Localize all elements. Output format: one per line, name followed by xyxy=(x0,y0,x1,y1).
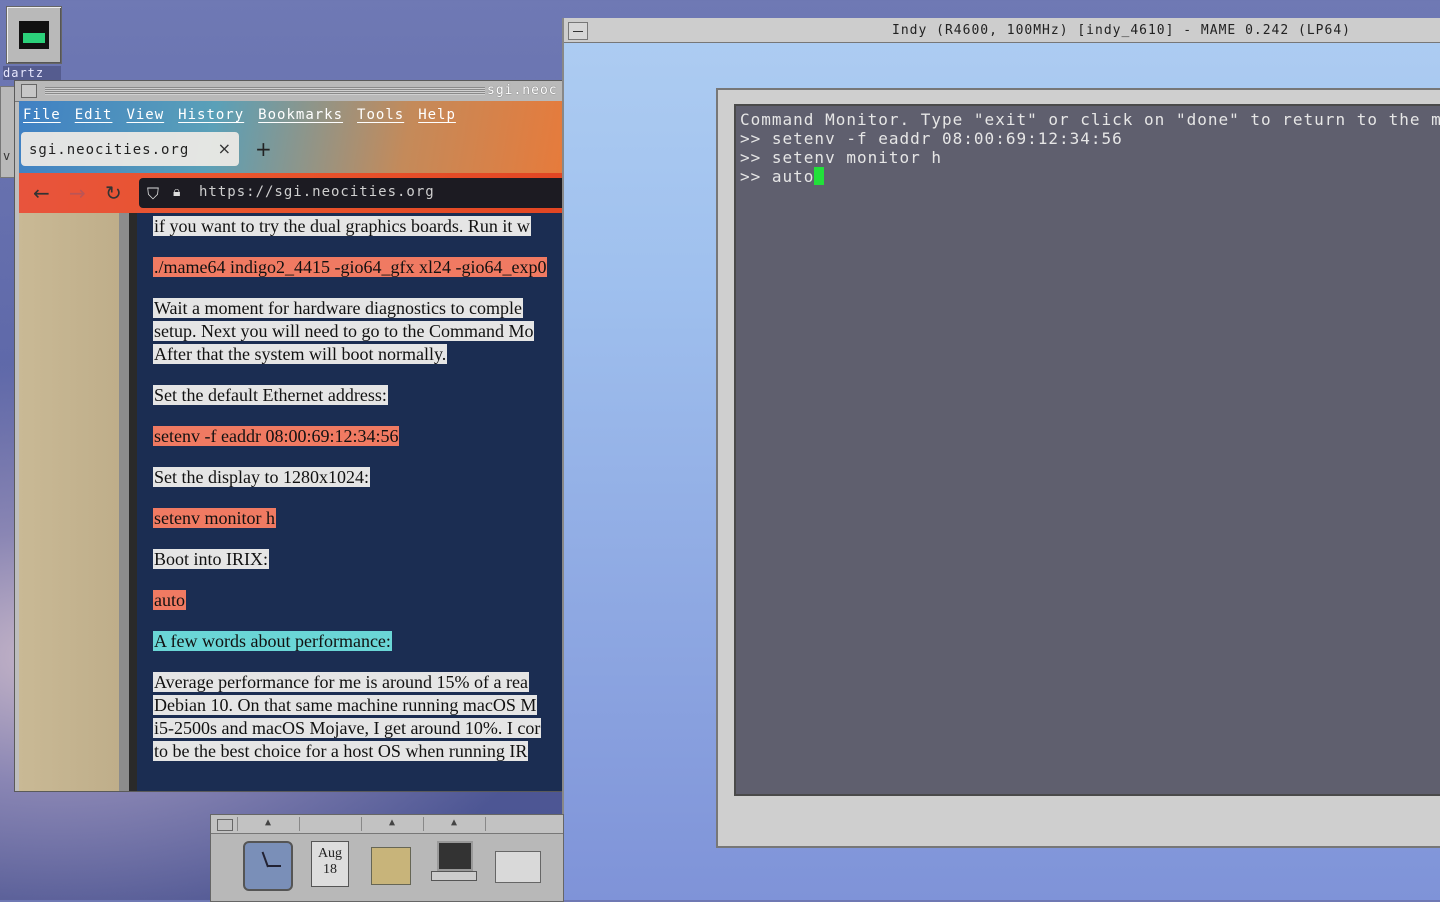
tab-sgi-neocities[interactable]: sgi.neocities.org × xyxy=(21,132,239,166)
page-gutter-dark xyxy=(129,213,137,791)
menu-tools[interactable]: Tools xyxy=(357,107,404,123)
text-cursor xyxy=(814,167,825,185)
browser-chrome: File Edit View History Bookmarks Tools H… xyxy=(19,101,563,213)
console-input-line[interactable]: >> auto xyxy=(740,167,825,186)
printer-icon[interactable] xyxy=(495,841,541,887)
text-line: A few words about performance: xyxy=(153,631,392,651)
section-heading: A few words about performance: xyxy=(153,630,392,653)
dock-section-tab[interactable] xyxy=(299,817,360,831)
window-menu-button[interactable] xyxy=(568,22,588,40)
toolchest-dock: ▲ ▲ ▲ Aug 18 xyxy=(210,814,564,902)
navigation-bar: ← → ↻ ⛉ 🔒︎ https://sgi.neocities.org xyxy=(19,173,563,213)
text-line: After that the system will boot normally… xyxy=(153,344,448,364)
mame-window: Indy (R4600, 100MHz) [indy_4610] - MAME … xyxy=(562,18,1440,900)
browser-window-title: sgi.neoc xyxy=(487,83,558,98)
new-tab-button[interactable]: + xyxy=(255,137,272,161)
menu-history[interactable]: History xyxy=(178,107,244,123)
command-monitor-console[interactable]: Command Monitor. Type "exit" or click on… xyxy=(734,104,1440,796)
forward-icon[interactable]: → xyxy=(69,181,86,205)
paragraph: if you want to try the dual graphics boa… xyxy=(153,215,531,238)
text-line: to be the best choice for a host OS when… xyxy=(153,741,529,761)
text-line: ./mame64 indigo2_4415 -gio64_gfx xl24 -g… xyxy=(153,257,548,277)
code-line: ./mame64 indigo2_4415 -gio64_gfx xl24 -g… xyxy=(153,256,548,279)
titlebar-grip xyxy=(45,87,485,95)
dock-menu-button[interactable] xyxy=(217,819,233,831)
text-line: if you want to try the dual graphics boa… xyxy=(153,216,531,236)
menu-file[interactable]: File xyxy=(23,107,61,123)
menu-help[interactable]: Help xyxy=(418,107,456,123)
url-text[interactable]: https://sgi.neocities.org xyxy=(199,184,435,200)
folder-icon[interactable] xyxy=(371,841,417,887)
reload-icon[interactable]: ↻ xyxy=(105,181,122,205)
tab-label: sgi.neocities.org xyxy=(29,142,190,158)
text-line: setenv monitor h xyxy=(153,508,276,528)
browser-titlebar[interactable]: sgi.neoc xyxy=(15,81,563,102)
text-line: Wait a moment for hardware diagnostics t… xyxy=(153,298,523,318)
date-day: 18 xyxy=(323,862,337,877)
strip-label: v xyxy=(3,149,11,163)
close-icon[interactable]: × xyxy=(218,139,231,158)
menu-edit[interactable]: Edit xyxy=(75,107,113,123)
window-menu-button[interactable] xyxy=(21,84,37,98)
text-line: setup. Next you will need to go to the C… xyxy=(153,321,535,341)
back-icon[interactable]: ← xyxy=(33,181,50,205)
web-page-content: if you want to try the dual graphics boa… xyxy=(19,213,563,791)
paragraph: Set the display to 1280x1024: xyxy=(153,466,370,489)
computer-icon[interactable] xyxy=(431,841,477,887)
menu-view[interactable]: View xyxy=(126,107,164,123)
code-line: auto xyxy=(153,589,186,612)
code-line: setenv -f eaddr 08:00:69:12:34:56 xyxy=(153,425,400,448)
text-line: auto xyxy=(153,590,186,610)
text-line: setenv -f eaddr 08:00:69:12:34:56 xyxy=(153,426,400,446)
text-line: Set the default Ethernet address: xyxy=(153,385,388,405)
paragraph: Set the default Ethernet address: xyxy=(153,384,388,407)
console-input-text: >> auto xyxy=(740,167,815,186)
page-gutter xyxy=(119,213,129,791)
dock-section-tab[interactable]: ▲ xyxy=(361,817,422,831)
desktop-icon-label: dartz xyxy=(3,66,61,80)
dock-bar: ▲ ▲ ▲ xyxy=(211,815,563,834)
calendar-icon[interactable]: Aug 18 xyxy=(311,841,357,887)
url-bar[interactable]: ⛉ 🔒︎ https://sgi.neocities.org xyxy=(139,178,563,208)
mame-window-title: Indy (R4600, 100MHz) [indy_4610] - MAME … xyxy=(892,23,1351,38)
console-line: Command Monitor. Type "exit" or click on… xyxy=(740,110,1440,129)
text-line: i5-2500s and macOS Mojave, I get around … xyxy=(153,718,542,738)
desktop-computer-icon[interactable] xyxy=(6,6,62,64)
menubar: File Edit View History Bookmarks Tools H… xyxy=(23,107,456,123)
paragraph: Average performance for me is around 15%… xyxy=(153,671,542,763)
shield-icon[interactable]: ⛉ xyxy=(147,184,159,204)
text-line: Set the display to 1280x1024: xyxy=(153,467,370,487)
text-line: Debian 10. On that same machine running … xyxy=(153,695,538,715)
date-month: Aug xyxy=(317,846,343,861)
browser-window: sgi.neoc File Edit View History Bookmark… xyxy=(14,80,564,792)
code-line: setenv monitor h xyxy=(153,507,276,530)
dock-section-tab[interactable] xyxy=(485,817,548,831)
clock-icon[interactable] xyxy=(243,841,293,891)
paragraph: Wait a moment for hardware diagnostics t… xyxy=(153,297,535,366)
mame-titlebar[interactable]: Indy (R4600, 100MHz) [indy_4610] - MAME … xyxy=(564,18,1440,43)
command-monitor-frame: Command Monitor. Type "exit" or click on… xyxy=(716,88,1440,848)
dock-section-tab[interactable]: ▲ xyxy=(423,817,484,831)
dock-section-tab[interactable]: ▲ xyxy=(237,817,298,831)
console-line: >> setenv monitor h xyxy=(740,148,943,167)
page-sidebar-texture xyxy=(19,213,119,791)
lock-icon[interactable]: 🔒︎ xyxy=(173,184,180,200)
text-line: Average performance for me is around 15%… xyxy=(153,672,529,692)
menu-bookmarks[interactable]: Bookmarks xyxy=(258,107,343,123)
console-line: >> setenv -f eaddr 08:00:69:12:34:56 xyxy=(740,129,1123,148)
paragraph: Boot into IRIX: xyxy=(153,548,270,571)
text-line: Boot into IRIX: xyxy=(153,549,270,569)
